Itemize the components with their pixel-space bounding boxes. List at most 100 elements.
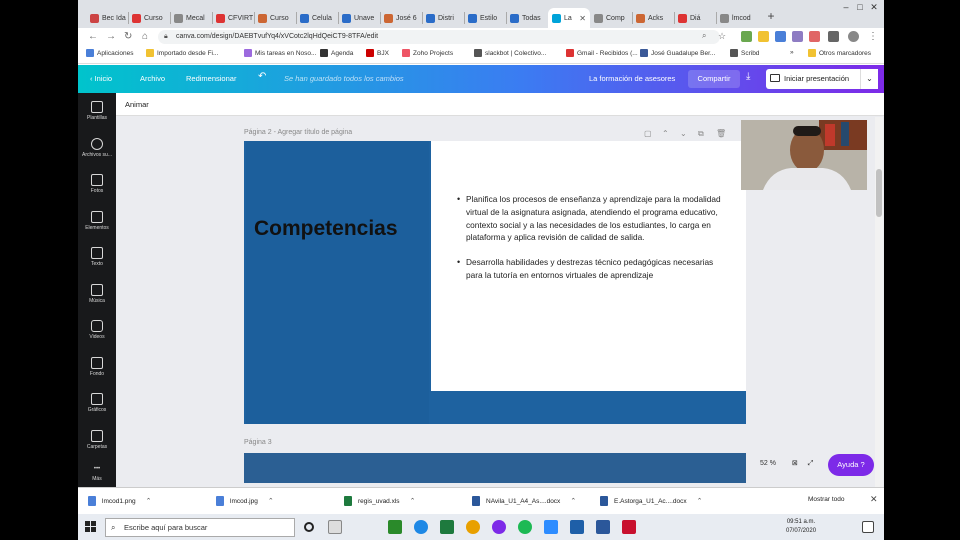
help-button[interactable]: Ayuda ? [828,454,874,476]
browser-tab[interactable]: Mecal [170,8,212,28]
zoom-level[interactable]: 52 % ⊠ ⤢ [760,459,813,468]
browser-tab[interactable]: José 6 [380,8,422,28]
bookmark-item[interactable]: slackbot | Colectivo... [474,49,546,57]
delete-page-icon[interactable]: 🗑︎ [716,129,726,138]
sidebar-item-templates[interactable]: Plantillas [78,101,116,121]
bookmark-star-icon[interactable]: ☆ [718,31,726,42]
animate-button[interactable]: Animar [125,100,149,109]
browser-tab[interactable]: Curso [128,8,170,28]
bookmark-item[interactable]: Importado desde Fi... [146,49,218,57]
scrollbar-thumb[interactable] [876,169,882,217]
fullscreen-icon[interactable]: ⤢ [808,460,814,467]
page-2-label[interactable]: Página 2 - Agregar título de página [244,129,352,136]
present-options-chevron-icon[interactable]: ⌄ [860,69,878,89]
download-options-chevron-icon[interactable]: ⌃ [268,497,274,505]
sidebar-item-charts[interactable]: Gráficos [78,393,116,413]
bookmark-item[interactable]: Mis tareas en Noso... [244,49,316,57]
present-button[interactable]: Iniciar presentación [766,69,868,89]
sidebar-item-text[interactable]: Texto [78,247,116,267]
home-link[interactable]: ‹ Inicio [90,74,112,83]
vertical-scrollbar[interactable] [875,117,883,487]
browser-menu-icon[interactable]: ⋮ [868,31,878,42]
duplicate-page-icon[interactable]: ⧉ [698,129,704,139]
windows-start-icon[interactable] [85,521,96,532]
extension-icon[interactable] [809,31,820,42]
zoom-app-icon[interactable] [544,520,558,534]
edge-icon[interactable] [414,520,428,534]
taskbar-clock[interactable]: 09:51 a.m. 07/07/2020 [786,518,816,536]
browser-tab[interactable]: lmcod [716,8,758,28]
chrome-icon[interactable] [466,520,480,534]
app-icon[interactable] [570,520,584,534]
address-bar[interactable]: 🔒︎ canva.com/design/DAEBTvufYq4/xVCotc2l… [158,30,720,44]
download-item[interactable]: lmcod1.png ⌃ [88,496,151,506]
back-icon[interactable]: ← [88,31,98,42]
download-options-chevron-icon[interactable]: ⌃ [570,497,576,505]
spotify-icon[interactable] [518,520,532,534]
file-menu[interactable]: Archivo [140,74,165,83]
excel-icon[interactable] [440,520,454,534]
bullet-item[interactable]: Planifica los procesos de enseñanza y ap… [457,193,727,244]
page-up-icon[interactable]: ⌃ [662,129,669,138]
page-down-icon[interactable]: ⌄ [680,129,687,138]
slide-left-panel[interactable] [244,141,431,424]
sidebar-item-photos[interactable]: Fotos [78,174,116,194]
show-all-downloads-button[interactable]: Mostrar todo [808,496,845,503]
slide-bullet-list[interactable]: Planifica los procesos de enseñanza y ap… [457,193,727,294]
sidebar-item-videos[interactable]: Videos [78,320,116,340]
download-icon[interactable]: ⤓ [746,71,750,82]
sidebar-item-uploads[interactable]: Archivos su... [78,137,116,158]
bookmark-item[interactable]: BJX [366,49,389,57]
download-item[interactable]: E.Astorga_U1_Ac....docx ⌃ [600,496,703,506]
task-view-icon[interactable] [304,522,314,532]
download-item[interactable]: regis_uvad.xls ⌃ [344,496,415,506]
sidebar-item-elements[interactable]: Elementos [78,210,116,231]
download-item[interactable]: NAvila_U1_A4_As....docx ⌃ [472,496,576,506]
close-downloads-icon[interactable]: ✕ [870,494,878,505]
download-options-chevron-icon[interactable]: ⌃ [410,497,416,505]
browser-tab[interactable]: Estilo [464,8,506,28]
bookmark-item[interactable]: Gmail - Recibidos (... [566,49,638,57]
app-icon[interactable] [492,520,506,534]
extension-icon[interactable] [792,31,803,42]
acrobat-icon[interactable] [622,520,636,534]
bullet-item[interactable]: Desarrolla habilidades y destrezas técni… [457,256,727,282]
bookmark-item[interactable]: Zoho Projects [402,49,453,57]
page-note-icon[interactable]: ▢ [644,129,652,138]
close-tab-icon[interactable]: ✕ [579,14,586,23]
taskbar-search-input[interactable]: ⌕ Escribe aquí para buscar [105,518,295,537]
download-options-chevron-icon[interactable]: ⌃ [697,497,703,505]
slide-bottom-bar[interactable] [431,391,746,424]
close-window-button[interactable]: ✕ [864,2,884,13]
extension-icon[interactable] [758,31,769,42]
download-options-chevron-icon[interactable]: ⌃ [146,497,152,505]
app-icon[interactable] [388,520,402,534]
extension-icon[interactable] [775,31,786,42]
notifications-icon[interactable] [862,521,874,533]
sidebar-item-more[interactable]: ••• Más [78,466,116,482]
share-button[interactable]: Compartir [688,70,740,88]
slide-page-2[interactable]: Competencias Planifica los procesos de e… [244,141,746,424]
reload-icon[interactable]: ↻ [124,31,132,42]
browser-tab[interactable]: Curso [254,8,296,28]
bookmark-item[interactable]: Aplicaciones [86,49,134,57]
browser-tab[interactable]: Bec Ida [86,8,128,28]
home-icon[interactable]: ⌂ [142,31,148,42]
resize-menu[interactable]: Redimensionar [186,74,236,83]
browser-tab[interactable]: Distri [422,8,464,28]
download-item[interactable]: lmcod.jpg ⌃ [216,496,274,506]
bookmark-item[interactable]: Agenda [320,49,353,57]
undo-icon[interactable]: ↶ [258,71,266,82]
browser-tab[interactable]: Unave [338,8,380,28]
sidebar-item-background[interactable]: Fondo [78,356,116,377]
browser-tab[interactable]: Diá [674,8,716,28]
slide-page-3[interactable] [244,453,746,483]
design-title[interactable]: La formación de asesores [589,74,675,83]
forward-icon[interactable]: → [106,31,116,42]
bookmark-item[interactable]: Otros marcadores [808,49,871,57]
profile-avatar[interactable] [848,31,859,42]
browser-tab[interactable]: Celula [296,8,338,28]
browser-tab[interactable]: Todas [506,8,548,28]
grid-view-icon[interactable]: ⊠ [792,460,798,467]
bookmark-item[interactable]: José Guadalupe Ber... [640,49,715,57]
